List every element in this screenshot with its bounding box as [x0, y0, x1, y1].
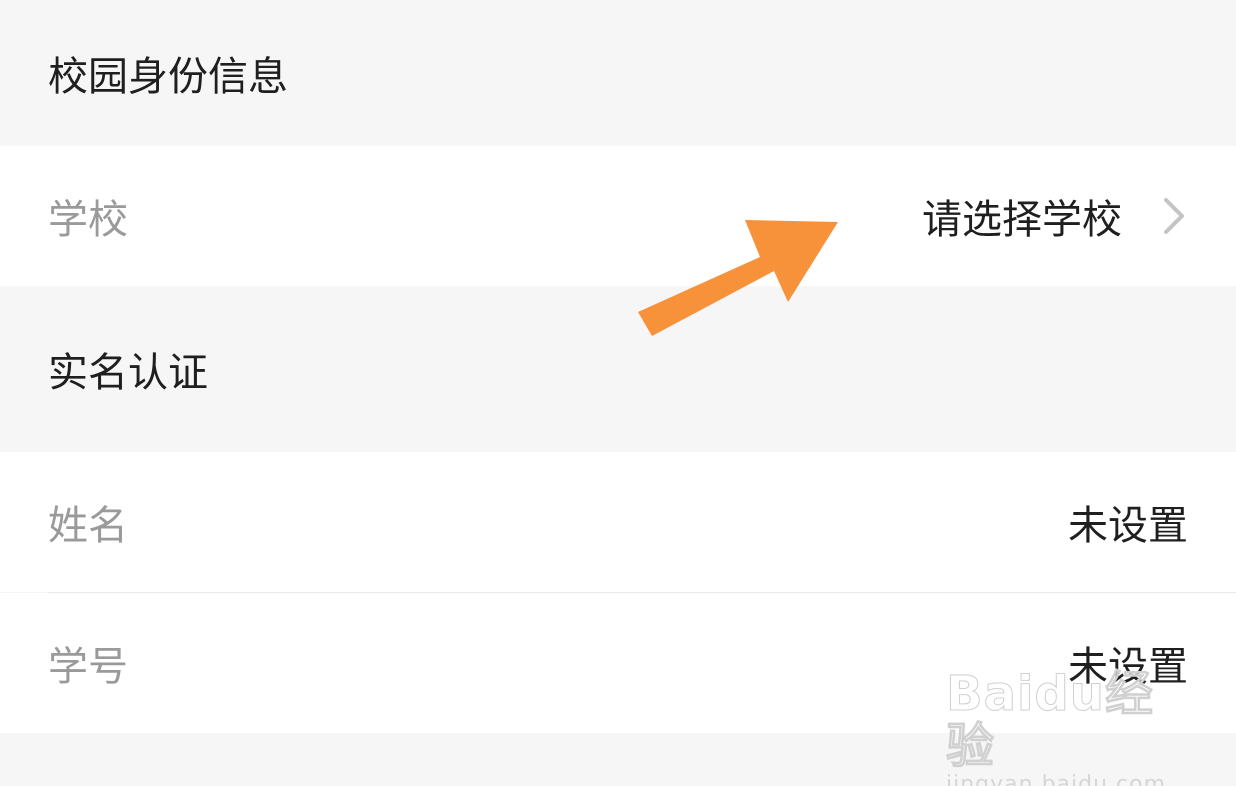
section-header-realname: 实名认证 — [0, 286, 1236, 452]
watermark-domain: jingyan.baidu.com — [946, 772, 1167, 786]
school-value[interactable]: 请选择学校 — [922, 187, 1122, 245]
name-row[interactable]: 姓名 未设置 — [0, 452, 1236, 592]
section-title-realname: 实名认证 — [48, 350, 208, 396]
school-selector[interactable]: 请选择学校 — [922, 187, 1188, 245]
school-label: 学校 — [48, 197, 128, 243]
student-id-value[interactable]: 未设置 — [1068, 634, 1188, 692]
section-title-campus: 校园身份信息 — [48, 54, 288, 100]
student-id-row[interactable]: 学号 未设置 — [0, 593, 1236, 733]
school-row[interactable]: 学校 请选择学校 — [0, 146, 1236, 286]
settings-page: 校园身份信息 学校 请选择学校 实名认证 姓名 未设置 学号 未设置 Baidu… — [0, 0, 1236, 786]
section-header-campus: 校园身份信息 — [0, 0, 1236, 146]
name-value[interactable]: 未设置 — [1068, 493, 1188, 551]
chevron-right-icon — [1164, 198, 1184, 234]
student-id-label: 学号 — [48, 644, 128, 690]
name-label: 姓名 — [48, 503, 128, 549]
